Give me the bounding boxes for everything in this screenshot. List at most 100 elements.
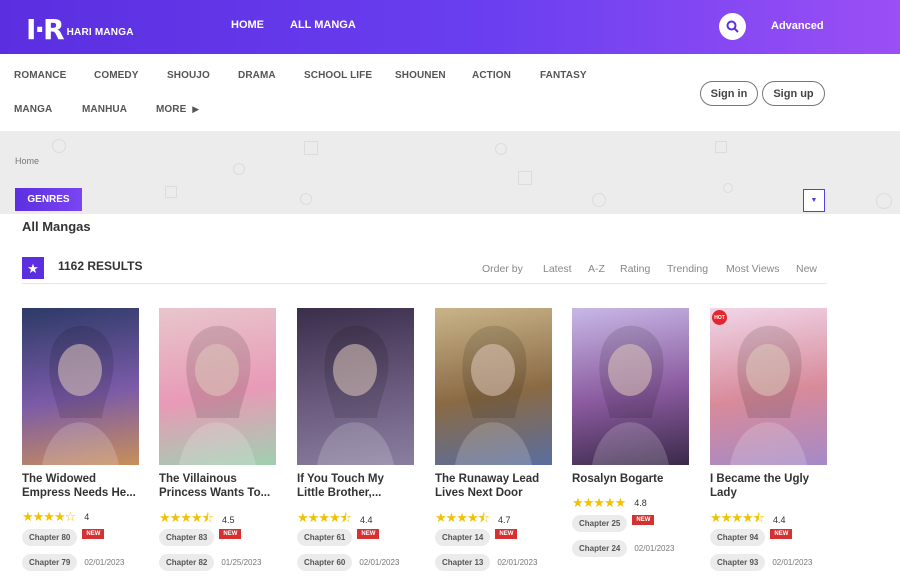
manga-cover[interactable]: HOT bbox=[710, 308, 827, 465]
rating-value: 4.4 bbox=[359, 515, 373, 525]
chapter-date: 02/01/2023 bbox=[497, 558, 538, 567]
sort-new[interactable]: New bbox=[796, 263, 817, 275]
new-badge: NEW bbox=[219, 528, 242, 539]
manga-card[interactable]: The Villainous Princess Wants To... ★★★★… bbox=[159, 308, 276, 571]
manga-title[interactable]: The Runaway Lead Lives Next Door bbox=[435, 472, 560, 500]
genres-button[interactable]: GENRES bbox=[15, 188, 82, 211]
genre-shounen[interactable]: SHOUNEN bbox=[395, 70, 446, 81]
manga-title[interactable]: Rosalyn Bogarte bbox=[572, 472, 697, 486]
chapter-row: Chapter 79 02/01/2023 bbox=[22, 554, 124, 571]
caret-right-icon: ▶ bbox=[192, 104, 200, 114]
genre-romance[interactable]: ROMANCE bbox=[14, 70, 66, 81]
cover-art bbox=[455, 325, 532, 465]
rating-value: 4 bbox=[84, 512, 90, 522]
manga-title-line2: Princess Wants To... bbox=[159, 487, 271, 499]
sort-a-z[interactable]: A-Z bbox=[588, 263, 605, 275]
hot-badge: HOT bbox=[712, 310, 727, 325]
chapter-link[interactable]: Chapter 13 bbox=[435, 554, 491, 571]
site-logo[interactable]: I·R HARI MANGA bbox=[26, 8, 134, 44]
genre-drama[interactable]: DRAMA bbox=[238, 70, 276, 81]
genre-comedy[interactable]: COMEDY bbox=[94, 70, 139, 81]
cover-art bbox=[179, 325, 256, 465]
decor-circle bbox=[300, 193, 312, 205]
chapter-link[interactable]: Chapter 83 bbox=[159, 529, 215, 546]
new-badge: NEW bbox=[82, 528, 105, 539]
manga-title-line1: The Villainous bbox=[159, 473, 237, 485]
chapter-link[interactable]: Chapter 60 bbox=[297, 554, 353, 571]
chapter-link[interactable]: Chapter 24 bbox=[572, 540, 628, 557]
chevron-down-icon: ▼ bbox=[810, 197, 818, 204]
manga-title-line2: Lives Next Door bbox=[435, 487, 523, 499]
manga-cover[interactable] bbox=[572, 308, 689, 465]
decor-square bbox=[304, 141, 318, 155]
decor-square bbox=[518, 171, 532, 185]
nav-all-manga[interactable]: ALL MANGA bbox=[290, 19, 356, 31]
new-badge: NEW bbox=[770, 528, 793, 539]
cover-art bbox=[730, 325, 807, 465]
manga-cover[interactable] bbox=[297, 308, 414, 465]
manga-cover[interactable] bbox=[22, 308, 139, 465]
genre-more[interactable]: MORE ▶ bbox=[156, 104, 199, 115]
genres-dropdown-toggle[interactable]: ▼ bbox=[803, 189, 825, 212]
genre-fantasy[interactable]: FANTASY bbox=[540, 70, 587, 81]
chapter-link[interactable]: Chapter 80 bbox=[22, 529, 78, 546]
manga-title-line1: The Runaway Lead bbox=[435, 473, 540, 485]
chapter-link[interactable]: Chapter 25 bbox=[572, 515, 628, 532]
manga-title-line1: I Became the Ugly bbox=[710, 473, 810, 485]
chapter-row: Chapter 13 02/01/2023 bbox=[435, 554, 537, 571]
decor-circle bbox=[495, 143, 507, 155]
chapter-link[interactable]: Chapter 61 bbox=[297, 529, 353, 546]
advanced-search-link[interactable]: Advanced bbox=[771, 20, 824, 32]
chapter-link[interactable]: Chapter 14 bbox=[435, 529, 491, 546]
manga-card[interactable]: The Runaway Lead Lives Next Door ★★★★⯪ 4… bbox=[435, 308, 552, 571]
sort-most-views[interactable]: Most Views bbox=[726, 263, 780, 275]
manga-title-line2: Little Brother,... bbox=[297, 487, 382, 499]
chapter-row: Chapter 83 NEW bbox=[159, 528, 242, 546]
manga-card[interactable]: HOT I Became the Ugly Lady ★★★★⯪ 4.4 Cha… bbox=[710, 308, 827, 571]
cover-art bbox=[42, 325, 119, 465]
genre-school-life[interactable]: SCHOOL LIFE bbox=[304, 70, 372, 81]
chapter-link[interactable]: Chapter 94 bbox=[710, 529, 766, 546]
search-icon bbox=[726, 20, 739, 33]
sort-rating[interactable]: Rating bbox=[620, 263, 650, 275]
rating: ★★★★★ 4.8 bbox=[572, 495, 647, 511]
chapter-link[interactable]: Chapter 79 bbox=[22, 554, 78, 571]
sort-trending[interactable]: Trending bbox=[667, 263, 708, 275]
manga-title[interactable]: If You Touch My Little Brother,... bbox=[297, 472, 422, 500]
manga-title[interactable]: The Widowed Empress Needs He... bbox=[22, 472, 147, 500]
sign-up-button[interactable]: Sign up bbox=[762, 81, 825, 106]
search-button[interactable] bbox=[719, 13, 746, 40]
decor-circle bbox=[876, 193, 892, 209]
genre-action[interactable]: ACTION bbox=[472, 70, 511, 81]
manga-title-line2: Empress Needs He... bbox=[22, 487, 136, 499]
manga-title[interactable]: The Villainous Princess Wants To... bbox=[159, 472, 284, 500]
manga-title[interactable]: I Became the Ugly Lady bbox=[710, 472, 835, 500]
rating-stars: ★★★★⯪ bbox=[710, 510, 765, 525]
order-by-label: Order by bbox=[482, 263, 523, 275]
manga-title-line1: The Widowed bbox=[22, 473, 97, 485]
manga-cover[interactable] bbox=[435, 308, 552, 465]
chapter-link[interactable]: Chapter 82 bbox=[159, 554, 215, 571]
new-badge: NEW bbox=[632, 514, 655, 525]
genre-manhua[interactable]: MANHUA bbox=[82, 104, 127, 115]
rating-value: 4.8 bbox=[634, 498, 647, 508]
decor-square bbox=[715, 141, 727, 153]
manga-card[interactable]: Rosalyn Bogarte ★★★★★ 4.8 Chapter 25 NEW… bbox=[572, 308, 689, 557]
cover-art bbox=[592, 325, 669, 465]
breadcrumb[interactable]: Home bbox=[15, 156, 39, 166]
genre-shoujo[interactable]: SHOUJO bbox=[167, 70, 210, 81]
chapter-row: Chapter 80 NEW bbox=[22, 528, 105, 546]
manga-card[interactable]: If You Touch My Little Brother,... ★★★★⯪… bbox=[297, 308, 414, 571]
nav-home[interactable]: HOME bbox=[231, 19, 264, 31]
chapter-link[interactable]: Chapter 93 bbox=[710, 554, 766, 571]
manga-card[interactable]: The Widowed Empress Needs He... ★★★★☆ 4 … bbox=[22, 308, 139, 571]
rating-stars: ★★★★⯪ bbox=[159, 510, 214, 525]
chapter-row: Chapter 24 02/01/2023 bbox=[572, 540, 674, 557]
genre-manga[interactable]: MANGA bbox=[14, 104, 52, 115]
chapter-date: 02/01/2023 bbox=[634, 544, 675, 553]
manga-cover[interactable] bbox=[159, 308, 276, 465]
new-badge: NEW bbox=[357, 528, 380, 539]
sort-latest[interactable]: Latest bbox=[543, 263, 572, 275]
sign-in-button[interactable]: Sign in bbox=[700, 81, 758, 106]
hero-band: Home GENRES ▼ bbox=[0, 131, 900, 214]
